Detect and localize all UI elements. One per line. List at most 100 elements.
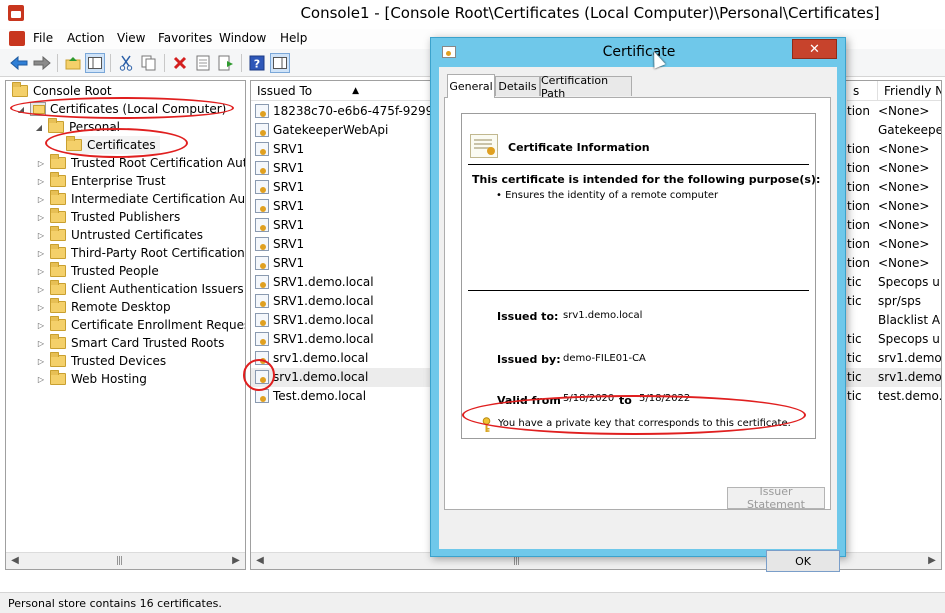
- action-pane-icon[interactable]: [270, 53, 290, 73]
- tree-label: Remote Desktop: [71, 300, 171, 314]
- collapse-arrow-icon[interactable]: ◢: [34, 123, 44, 132]
- expand-arrow-icon[interactable]: ▷: [36, 267, 46, 276]
- certificate-icon: [255, 199, 269, 213]
- column-header-issued-to[interactable]: Issued To ▲: [251, 81, 431, 101]
- scroll-thumb-grip[interactable]: |||: [116, 556, 123, 566]
- forward-arrow-icon[interactable]: [32, 53, 52, 73]
- menu-view[interactable]: View: [117, 31, 145, 45]
- console-menu-icon[interactable]: [9, 31, 25, 46]
- scroll-right-icon[interactable]: ▶: [230, 555, 242, 566]
- valid-from-label: Valid from: [497, 394, 561, 407]
- cell-issued-to: SRV1: [273, 142, 305, 156]
- cell-friendly-name: <None>: [878, 161, 930, 175]
- certificate-icon: [255, 104, 269, 118]
- tree-item-trusted-root[interactable]: ▷ Trusted Root Certification Authorities: [36, 154, 245, 172]
- properties-icon[interactable]: [193, 53, 213, 73]
- certificate-icon: [255, 218, 269, 232]
- tree-item-certificates[interactable]: Certificates: [66, 136, 160, 154]
- expand-arrow-icon[interactable]: ▷: [36, 321, 46, 330]
- cell-friendly-name: Specops uF: [878, 275, 942, 289]
- certificate-info-heading: Certificate Information: [508, 141, 650, 154]
- cell-status: tic: [847, 370, 862, 384]
- tree-horizontal-scrollbar[interactable]: ◀ ||| ▶: [6, 552, 245, 569]
- tree-label: Personal: [69, 120, 121, 134]
- column-header-status[interactable]: s: [847, 81, 878, 101]
- up-folder-icon[interactable]: [63, 53, 83, 73]
- issuer-statement-button[interactable]: Issuer Statement: [727, 485, 825, 511]
- expand-arrow-icon[interactable]: ▷: [36, 249, 46, 258]
- menu-action[interactable]: Action: [67, 31, 105, 45]
- menu-favorites[interactable]: Favorites: [158, 31, 212, 45]
- tree-item-intermediate[interactable]: ▷ Intermediate Certification Authorities: [36, 190, 245, 208]
- certificate-icon: [255, 161, 269, 175]
- expand-arrow-icon[interactable]: ▷: [36, 159, 46, 168]
- tree-item-certificates-local-computer[interactable]: ◢ Certificates (Local Computer): [16, 100, 226, 118]
- menu-help[interactable]: Help: [280, 31, 307, 45]
- collapse-arrow-icon[interactable]: ◢: [16, 105, 26, 114]
- cell-friendly-name: <None>: [878, 199, 930, 213]
- tree-item-web-hosting[interactable]: ▷ Web Hosting: [36, 370, 147, 388]
- ok-button[interactable]: OK: [766, 550, 840, 572]
- tree-item-personal[interactable]: ◢ Personal: [34, 118, 120, 136]
- close-button[interactable]: ✕: [792, 39, 837, 59]
- column-header-friendly-name[interactable]: Friendly Na: [878, 81, 941, 101]
- folder-icon: [50, 208, 66, 223]
- general-tab-panel: Certificate Information This certificate…: [444, 97, 831, 510]
- console-tree[interactable]: Console Root ◢ Certificates (Local Compu…: [5, 80, 246, 570]
- scroll-right-icon[interactable]: ▶: [926, 555, 938, 566]
- tree-item-trusted-publishers[interactable]: ▷ Trusted Publishers: [36, 208, 180, 226]
- cell-friendly-name: <None>: [878, 237, 930, 251]
- menu-window[interactable]: Window: [219, 31, 266, 45]
- back-arrow-icon[interactable]: [9, 53, 29, 73]
- cell-status: tic: [847, 389, 862, 403]
- valid-from-value: 5/18/2020: [563, 393, 615, 404]
- export-list-icon[interactable]: [216, 53, 236, 73]
- tree-label: Trusted Publishers: [71, 210, 181, 224]
- expand-arrow-icon[interactable]: ▷: [36, 375, 46, 384]
- valid-to-value: 5/18/2022: [639, 393, 691, 404]
- tree-item-remote-desktop[interactable]: ▷ Remote Desktop: [36, 298, 171, 316]
- purpose-heading: This certificate is intended for the fol…: [472, 173, 821, 186]
- tree-item-trusted-devices[interactable]: ▷ Trusted Devices: [36, 352, 166, 370]
- cell-status: tic: [847, 351, 862, 365]
- expand-arrow-icon[interactable]: ▷: [36, 357, 46, 366]
- expand-arrow-icon[interactable]: ▷: [36, 177, 46, 186]
- scroll-thumb-grip[interactable]: |||: [513, 556, 520, 566]
- tree-item-trusted-people[interactable]: ▷ Trusted People: [36, 262, 159, 280]
- expand-arrow-icon[interactable]: ▷: [36, 339, 46, 348]
- tree-item-enterprise-trust[interactable]: ▷ Enterprise Trust: [36, 172, 166, 190]
- tree-item-smart-card-roots[interactable]: ▷ Smart Card Trusted Roots: [36, 334, 224, 352]
- expand-arrow-icon[interactable]: ▷: [36, 231, 46, 240]
- cell-friendly-name: Gatekeeper: [878, 123, 942, 137]
- help-icon[interactable]: ?: [247, 53, 267, 73]
- tab-certification-path[interactable]: Certification Path: [540, 74, 632, 100]
- key-icon: [482, 417, 491, 433]
- expand-arrow-icon[interactable]: ▷: [36, 213, 46, 222]
- issued-to-value: srv1.demo.local: [563, 310, 643, 321]
- expand-arrow-icon[interactable]: ▷: [36, 195, 46, 204]
- tree-item-enrollment-requests[interactable]: ▷ Certificate Enrollment Requests: [36, 316, 246, 334]
- show-hide-tree-icon[interactable]: [85, 53, 105, 73]
- menu-file[interactable]: File: [33, 31, 53, 45]
- certificate-dialog[interactable]: Certificate ✕ General Details Certificat…: [430, 37, 846, 572]
- tree-label: Web Hosting: [71, 372, 147, 386]
- tree-label: Certificate Enrollment Requests: [71, 318, 246, 332]
- scroll-left-icon[interactable]: ◀: [254, 555, 266, 566]
- cell-issued-to: SRV1: [273, 161, 305, 175]
- tree-item-console-root[interactable]: Console Root: [12, 82, 112, 100]
- tree-item-third-party-root[interactable]: ▷ Third-Party Root Certification Authori…: [36, 244, 245, 262]
- expand-arrow-icon[interactable]: ▷: [36, 303, 46, 312]
- expand-arrow-icon[interactable]: ▷: [36, 285, 46, 294]
- delete-icon[interactable]: [170, 53, 190, 73]
- scroll-left-icon[interactable]: ◀: [9, 555, 21, 566]
- purpose-item: • Ensures the identity of a remote compu…: [496, 190, 718, 201]
- cut-icon[interactable]: [116, 53, 136, 73]
- mmc-app-icon[interactable]: [8, 5, 24, 21]
- tab-general[interactable]: General: [447, 74, 495, 98]
- tab-details[interactable]: Details: [495, 76, 540, 96]
- tree-item-untrusted[interactable]: ▷ Untrusted Certificates: [36, 226, 203, 244]
- tree-item-client-auth-issuers[interactable]: ▷ Client Authentication Issuers: [36, 280, 244, 298]
- window-title-bar[interactable]: Console1 - [Console Root\Certificates (L…: [0, 0, 945, 29]
- cell-friendly-name: <None>: [878, 180, 930, 194]
- copy-icon[interactable]: [139, 53, 159, 73]
